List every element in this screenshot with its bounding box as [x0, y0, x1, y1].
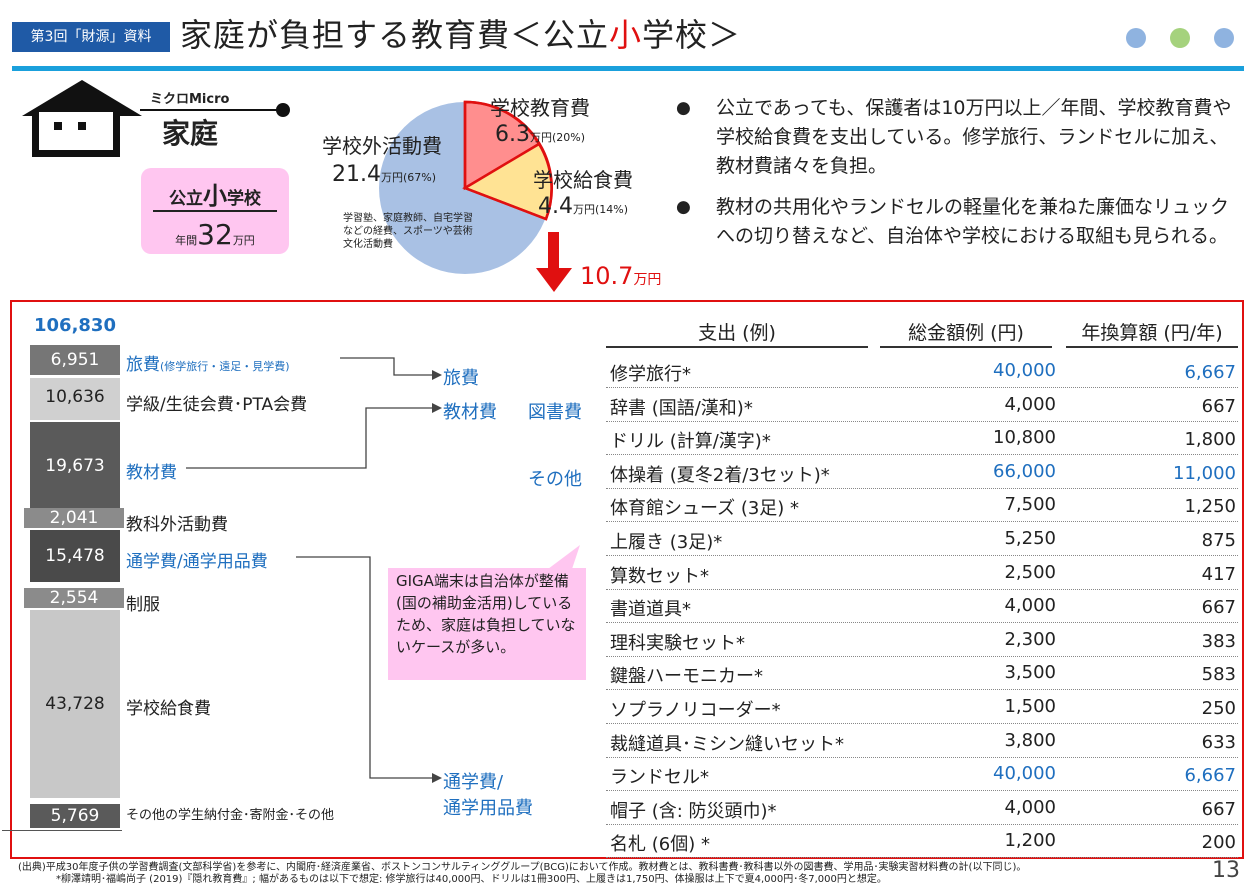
- cell-annual: 667: [1201, 395, 1236, 417]
- category-books: 図書費: [528, 402, 582, 423]
- table-row: 裁縫道具･ミシン縫いセット* 3,800 633: [606, 724, 1238, 758]
- cell-total: 1,200: [1004, 830, 1056, 852]
- cell-annual: 1,800: [1184, 429, 1236, 451]
- category-other: その他: [528, 469, 582, 490]
- cell-annual: 667: [1201, 798, 1236, 820]
- cell-item: ソプラノリコーダー*: [610, 700, 781, 721]
- table-row: 辞書 (国語/漢和)* 4,000 667: [606, 388, 1238, 422]
- cell-total: 4,000: [1004, 393, 1056, 415]
- cell-item: 辞書 (国語/漢和)*: [610, 397, 753, 419]
- cell-item: 鍵盤ハーモニカー*: [610, 666, 763, 688]
- table-row: 上履き (3足)* 5,250 875: [606, 522, 1238, 556]
- table-row: 鍵盤ハーモニカー* 3,500 583: [606, 656, 1238, 691]
- cell-item: ランドセル*: [610, 767, 709, 789]
- table-row: 体操着 (夏冬2着/3セット)* 66,000 11,000: [606, 455, 1238, 489]
- cell-item: 理科実験セット*: [610, 632, 745, 654]
- cell-annual: 417: [1201, 563, 1236, 585]
- cell-item: 名札 (6個) *: [610, 834, 710, 856]
- giga-callout: GIGA端末は自治体が整備(国の補助金活用)しているため、家庭は負担していないケ…: [388, 568, 586, 680]
- footnote: (出典)平成30年度子供の学習費調査(文部科学省)を参考に、内閣府･経済産業省、…: [18, 862, 1027, 885]
- cell-annual: 250: [1201, 698, 1236, 719]
- cell-total: 7,500: [1004, 494, 1056, 516]
- col-header-total: 総金額例 (円): [908, 322, 1024, 344]
- table-row: 帽子 (含: 防災頭巾)* 4,000 667: [606, 791, 1238, 825]
- cell-item: 裁縫道具･ミシン縫いセット*: [610, 733, 844, 755]
- cell-total: 3,800: [1004, 729, 1056, 751]
- category-materials: 教材費: [443, 402, 497, 423]
- cell-item: 帽子 (含: 防災頭巾)*: [610, 800, 777, 822]
- table-row: ランドセル* 40,000 6,667: [606, 757, 1238, 792]
- cell-annual: 633: [1201, 731, 1236, 753]
- cell-total: 1,500: [1004, 696, 1056, 717]
- cell-annual: 383: [1201, 630, 1236, 652]
- cell-total: 5,250: [1004, 528, 1056, 549]
- cell-total: 2,300: [1004, 628, 1056, 650]
- cell-annual: 875: [1201, 530, 1236, 551]
- cell-annual: 1,250: [1184, 496, 1236, 518]
- category-commute-goods: 通学用品費: [443, 798, 533, 819]
- cell-total: 40,000: [993, 360, 1056, 381]
- table-row: 算数セット* 2,500 417: [606, 556, 1238, 590]
- cell-total: 3,500: [1004, 662, 1056, 684]
- category-travel: 旅費: [443, 368, 479, 389]
- table-row: 体育館シューズ (3足) * 7,500 1,250: [606, 488, 1238, 523]
- cell-annual: 583: [1201, 664, 1236, 686]
- cell-annual: 11,000: [1173, 462, 1236, 484]
- cell-annual: 200: [1201, 832, 1236, 854]
- table-row: ドリル (計算/漢字)* 10,800 1,800: [606, 421, 1238, 456]
- cell-total: 40,000: [993, 763, 1056, 785]
- page-number: 13: [1212, 858, 1240, 883]
- cell-item: 上履き (3足)*: [610, 532, 723, 553]
- cell-item: 書道道具*: [610, 599, 691, 621]
- cell-total: 4,000: [1004, 796, 1056, 818]
- table-row: 書道道具* 4,000 667: [606, 589, 1238, 624]
- cell-total: 4,000: [1004, 595, 1056, 617]
- cell-item: 体操着 (夏冬2着/3セット)*: [610, 464, 830, 486]
- col-header-annual: 年換算額 (円/年): [1081, 322, 1223, 344]
- cell-total: 2,500: [1004, 561, 1056, 583]
- cell-total: 10,800: [993, 427, 1056, 449]
- table-row: 理科実験セット* 2,300 383: [606, 623, 1238, 657]
- cell-total: 66,000: [993, 460, 1056, 482]
- category-commute: 通学費/: [443, 772, 504, 793]
- cell-item: 修学旅行*: [610, 364, 691, 385]
- col-header-item: 支出 (例): [698, 322, 776, 344]
- table-row: 修学旅行* 40,000 6,667: [606, 354, 1238, 388]
- cell-annual: 6,667: [1184, 765, 1236, 787]
- cell-item: 体育館シューズ (3足) *: [610, 498, 800, 520]
- cell-annual: 667: [1201, 597, 1236, 619]
- table-row: ソプラノリコーダー* 1,500 250: [606, 690, 1238, 724]
- table-row: 名札 (6個) * 1,200 200: [606, 824, 1238, 859]
- cell-item: ドリル (計算/漢字)*: [610, 431, 771, 453]
- cell-item: 算数セット*: [610, 565, 709, 587]
- cell-annual: 6,667: [1184, 362, 1236, 383]
